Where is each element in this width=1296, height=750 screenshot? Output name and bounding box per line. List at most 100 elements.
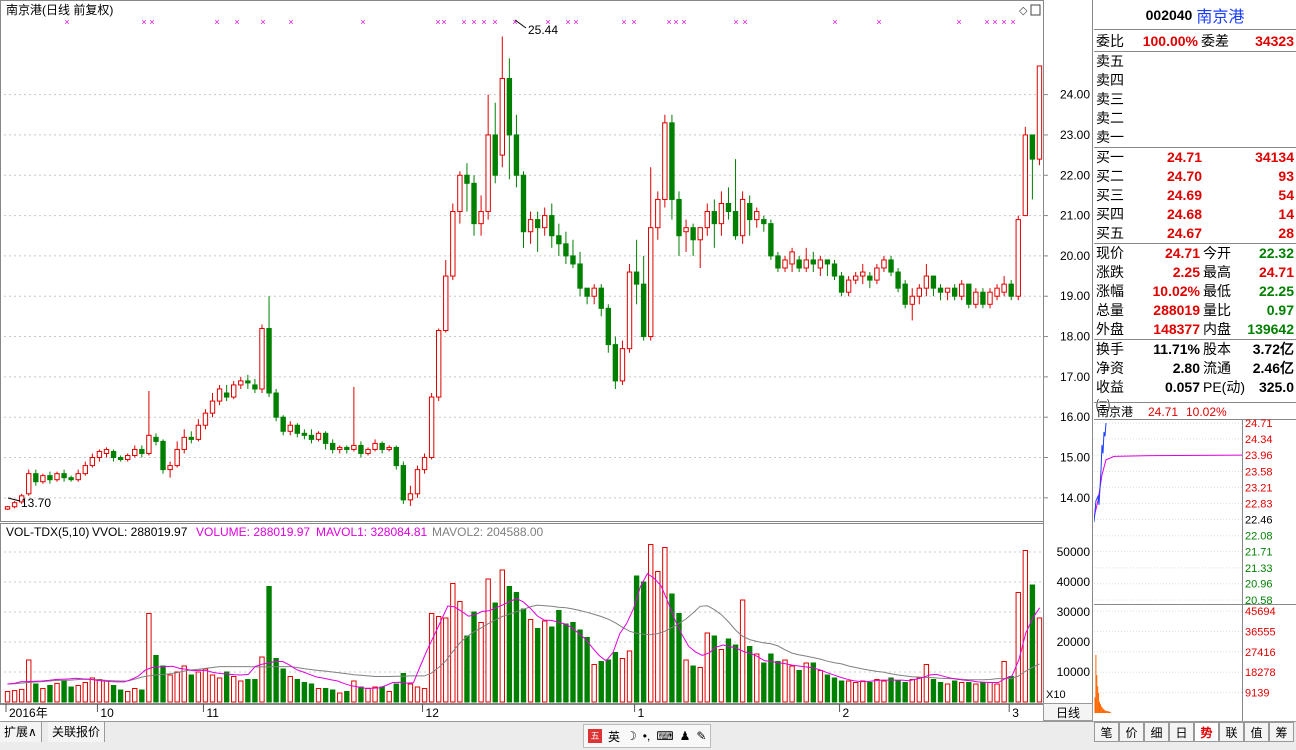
candle <box>612 336 619 389</box>
candle <box>513 114 520 188</box>
kline-chart[interactable]: 24.00 23.00 22.00 21.00 20.00 19.00 18.00 17.00… <box>0 0 1093 721</box>
volume-bar <box>626 650 633 703</box>
candle <box>951 284 958 301</box>
event-marker: × <box>681 17 686 27</box>
candle-body <box>428 396 435 459</box>
candle-body <box>110 450 117 459</box>
candle-body <box>485 134 491 213</box>
volume-bar <box>909 679 915 703</box>
volume-bar <box>358 686 364 703</box>
candle-body <box>655 198 661 229</box>
buy-volume: 54 <box>1278 187 1294 203</box>
right-tab-4[interactable]: 势 <box>1194 722 1219 742</box>
moon-icon[interactable]: ☽ <box>626 729 637 743</box>
ime-lang-label[interactable]: 英 <box>608 728 620 745</box>
buy-price: 24.68 <box>1166 206 1202 222</box>
sell-row: 卖一 <box>1094 128 1296 147</box>
kline-chart-area[interactable]: 24.00 23.00 22.00 21.00 20.00 19.00 18.00 17.00… <box>0 0 1093 721</box>
volume-bar <box>987 682 993 703</box>
candle-body <box>683 227 689 233</box>
volume-bar <box>167 674 173 703</box>
candle <box>994 284 1000 301</box>
candle <box>683 219 689 252</box>
mini-price-label: 22.83 <box>1245 499 1273 511</box>
fundamental-value: 2.80 <box>1172 360 1200 376</box>
volume-bar <box>824 674 831 703</box>
wrench-icon[interactable]: ✎ <box>696 729 706 743</box>
ime-toolbar[interactable]: 五 英 ☽ •, ⌨ ♟ ✎ <box>583 724 712 748</box>
candle-body <box>697 227 703 241</box>
candle <box>690 223 696 256</box>
right-tab-0[interactable]: 笔 <box>1094 722 1119 742</box>
volume-bar <box>33 683 39 703</box>
candle-body <box>209 400 216 414</box>
candle <box>407 485 414 506</box>
candle-body <box>605 307 612 346</box>
event-marker: × <box>435 17 440 27</box>
right-tab-7[interactable]: 筹 <box>1269 722 1294 742</box>
candle-body <box>640 283 647 338</box>
candle-body <box>33 473 39 483</box>
intraday-mini-chart[interactable]: 南京港 24.71 10.02% 24.71 24.34 23.96 23.58 23.21 2… <box>1093 402 1296 722</box>
volume-bar <box>853 682 859 703</box>
candle-body <box>231 384 237 398</box>
volume-bar <box>577 629 583 703</box>
volume-bar <box>11 690 18 703</box>
candle <box>591 284 597 305</box>
buy-price: 24.70 <box>1166 168 1202 184</box>
candle <box>280 415 286 436</box>
fundamentals: 换手 11.71% 股本 3.72亿 净资 2.80 流通 2.46亿 收益㈢ 0.057 PE(动… <box>1094 340 1296 414</box>
weicha-label: 委差 <box>1201 33 1229 49</box>
quote-value: 2.25 <box>1172 264 1200 280</box>
event-marker: × <box>141 17 146 27</box>
candle-body <box>40 475 46 483</box>
fundamental-row: 收益㈢ 0.057 PE(动) 325.0 <box>1094 378 1296 414</box>
candle-body <box>598 287 604 309</box>
price-panel-frame <box>0 0 1044 522</box>
ime-logo-icon[interactable]: 五 <box>588 729 602 743</box>
candle <box>365 447 371 456</box>
volume-header-indicator: VOL-TDX(5,10) <box>6 525 89 539</box>
volume-bar <box>485 578 491 703</box>
volume-bar <box>789 665 795 703</box>
volume-axis-label: 40000 <box>1057 575 1091 589</box>
candle-body <box>987 291 993 305</box>
tab-expand[interactable]: 扩展∧ <box>0 722 42 742</box>
keyboard-icon[interactable]: ⌨ <box>656 729 673 743</box>
right-tab-2[interactable]: 细 <box>1144 722 1169 742</box>
quote-label: 涨跌 <box>1096 264 1124 280</box>
quote-label: 最高 <box>1203 264 1231 280</box>
volume-bar <box>471 611 477 703</box>
quote-label: 涨幅 <box>1096 283 1124 299</box>
tab-related-quotes[interactable]: 关联报价 <box>48 722 106 742</box>
candle-body <box>238 380 244 386</box>
dot-icon[interactable]: •, <box>643 729 651 743</box>
sell-row: 卖五 <box>1094 52 1296 71</box>
candle <box>89 453 96 468</box>
volume-bar <box>754 653 760 703</box>
period-tab-daily[interactable]: 日线 <box>1043 703 1093 721</box>
candle-body <box>860 271 866 277</box>
intraday-chart[interactable]: 南京港 24.71 10.02% 24.71 24.34 23.96 23.58 23.21 2… <box>1093 403 1296 722</box>
volume-bar <box>443 617 449 703</box>
candle-body <box>245 380 251 384</box>
quote-value: 148377 <box>1153 321 1200 337</box>
mini-price-label: 24.71 <box>1245 418 1273 430</box>
volume-bar <box>605 659 612 703</box>
candle-body <box>478 211 484 225</box>
event-marker: × <box>288 17 293 27</box>
user-icon[interactable]: ♟ <box>680 729 691 743</box>
right-tab-5[interactable]: 联 <box>1219 722 1244 742</box>
right-tab-6[interactable]: 值 <box>1244 722 1269 742</box>
volume-bar <box>867 682 873 703</box>
buy-orders: 买一 24.71 34134 买二 24.70 93 买三 24.69 54 买四 24.68 14 买… <box>1094 148 1296 244</box>
quote-label: 内盘 <box>1203 321 1231 337</box>
candle <box>895 268 901 293</box>
volume-bar <box>951 680 958 703</box>
volume-bar <box>683 659 689 703</box>
sell-label: 卖一 <box>1096 129 1124 145</box>
right-tab-1[interactable]: 价 <box>1119 722 1144 742</box>
right-tab-3[interactable]: 日 <box>1169 722 1194 742</box>
candle-body <box>75 473 81 481</box>
candle-body <box>874 267 880 281</box>
